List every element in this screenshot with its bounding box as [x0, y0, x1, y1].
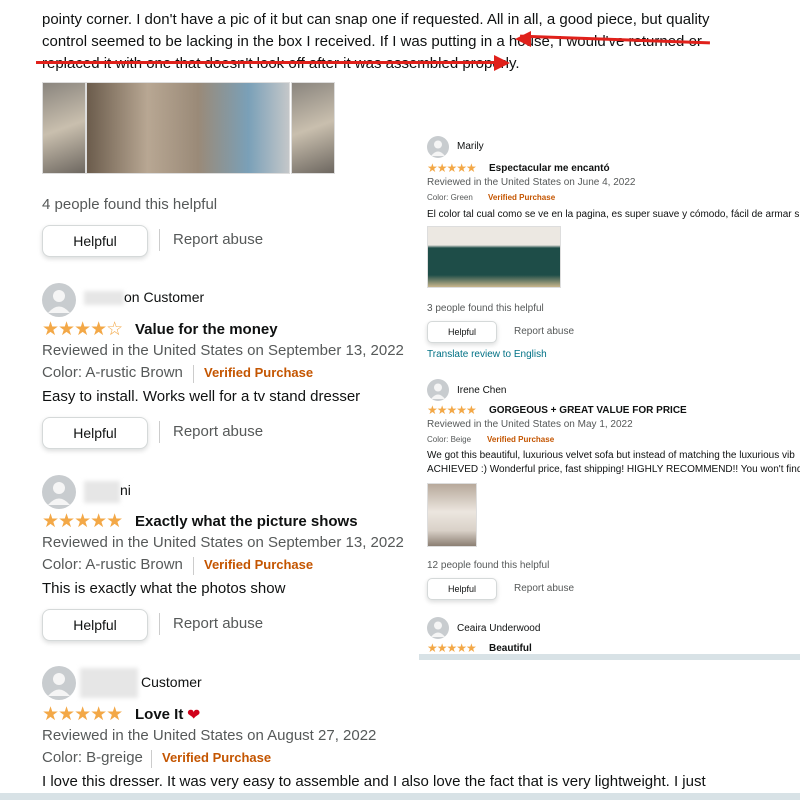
helpful-button[interactable]: Helpful: [42, 225, 148, 257]
review-body: Easy to install. Works well for a tv sta…: [42, 388, 361, 405]
verified-badge: Verified Purchase: [487, 435, 555, 444]
review-date: Reviewed in the United States on August …: [42, 727, 377, 744]
review-text-line-1: pointy corner. I don't have a pic of it …: [42, 11, 710, 28]
verified-badge: Verified Purchase: [204, 365, 314, 380]
review-body: This is exactly what the photos show: [42, 580, 286, 597]
avatar: [427, 617, 449, 639]
review-title[interactable]: Value for the money: [135, 321, 278, 338]
report-abuse-link[interactable]: Report abuse: [173, 615, 263, 632]
review-date: Reviewed in the United States on Septemb…: [42, 342, 404, 359]
report-abuse-link[interactable]: Report abuse: [514, 583, 574, 594]
review-color[interactable]: Color: A-rustic Brown: [42, 364, 183, 381]
divider: [159, 613, 160, 635]
review-title[interactable]: Espectacular me encantó: [489, 163, 610, 174]
divider: [159, 229, 160, 251]
review-date: Reviewed in the United States on May 1, …: [427, 419, 633, 430]
review-color[interactable]: Color: B-greige: [42, 749, 143, 766]
reviewer-name[interactable]: ni: [120, 482, 131, 498]
review-image-3[interactable]: [291, 82, 335, 174]
reviewer-name[interactable]: on Customer: [124, 289, 204, 305]
star-rating[interactable]: ★★★★★: [427, 403, 477, 417]
review-text-line-3: replaced it with one that doesn't look o…: [42, 53, 742, 75]
review-body: We got this beautiful, luxurious velvet …: [427, 450, 795, 461]
verified-badge: Verified Purchase: [162, 750, 272, 765]
helpful-count: 3 people found this helpful: [427, 303, 544, 314]
inset-review-panel: Marily ★★★★★ Espectacular me encantó Rev…: [419, 130, 800, 660]
reviewer-name[interactable]: Irene Chen: [457, 385, 506, 396]
review-title[interactable]: Beautiful: [489, 643, 532, 654]
helpful-count: 4 people found this helpful: [42, 196, 218, 213]
star-rating[interactable]: ★★★★★: [42, 510, 123, 533]
avatar: [427, 136, 449, 158]
review-image-2[interactable]: [86, 82, 290, 174]
review-text-line-2: control seemed to be lacking in the box …: [42, 33, 702, 50]
review-color[interactable]: Color: A-rustic Brown: [42, 556, 183, 573]
reviewer-name[interactable]: Marily: [457, 141, 484, 152]
reviewer-name[interactable]: Ceaira Underwood: [457, 623, 540, 634]
review-body: I love this dresser. It was very easy to…: [42, 773, 706, 790]
avatar: [42, 666, 76, 700]
helpful-count: 12 people found this helpful: [427, 560, 550, 571]
review-title[interactable]: GORGEOUS + GREAT VALUE FOR PRICE: [489, 405, 687, 416]
star-rating[interactable]: ★★★★☆: [42, 318, 123, 341]
review-color[interactable]: Color: Green: [427, 193, 473, 202]
helpful-button[interactable]: Helpful: [427, 321, 497, 343]
verified-badge: Verified Purchase: [204, 557, 314, 572]
report-abuse-link[interactable]: Report abuse: [514, 326, 574, 337]
helpful-button[interactable]: Helpful: [42, 609, 148, 641]
report-abuse-link[interactable]: Report abuse: [173, 423, 263, 440]
divider: [151, 750, 152, 768]
divider: [193, 557, 194, 575]
star-rating[interactable]: ★★★★★: [427, 641, 477, 655]
review-date: Reviewed in the United States on June 4,…: [427, 177, 636, 188]
redacted-name: [84, 291, 124, 305]
redacted-name: [80, 668, 138, 698]
avatar: [42, 475, 76, 509]
report-abuse-link[interactable]: Report abuse: [173, 231, 263, 248]
inset-bottom-band: [419, 654, 800, 660]
star-rating[interactable]: ★★★★★: [427, 161, 477, 175]
page-bottom-band: [0, 793, 800, 800]
reviewer-name[interactable]: Customer: [141, 674, 202, 690]
review-image-1[interactable]: [42, 82, 86, 174]
annotation-strike-2: [36, 61, 506, 64]
review-body: El color tal cual como se ve en la pagin…: [427, 209, 800, 220]
arrow-left-icon: [515, 31, 531, 47]
avatar: [427, 379, 449, 401]
star-rating[interactable]: ★★★★★: [42, 703, 123, 726]
review-title[interactable]: Love It: [135, 706, 183, 723]
divider: [159, 421, 160, 443]
redacted-name: [84, 481, 120, 503]
heart-icon: ❤: [187, 707, 201, 724]
helpful-button[interactable]: Helpful: [42, 417, 148, 449]
divider: [193, 365, 194, 383]
translate-link[interactable]: Translate review to English: [427, 349, 547, 360]
review-date: Reviewed in the United States on Septemb…: [42, 534, 404, 551]
helpful-button[interactable]: Helpful: [427, 578, 497, 600]
review-body: ACHIEVED :) Wonderful price, fast shippi…: [427, 464, 800, 475]
arrow-right-icon: [494, 55, 510, 71]
review-image-living-room[interactable]: [427, 483, 477, 547]
avatar: [42, 283, 76, 317]
review-image-sofa[interactable]: [427, 226, 561, 288]
review-title[interactable]: Exactly what the picture shows: [135, 513, 358, 530]
review-color[interactable]: Color: Beige: [427, 435, 471, 444]
verified-badge: Verified Purchase: [488, 193, 556, 202]
